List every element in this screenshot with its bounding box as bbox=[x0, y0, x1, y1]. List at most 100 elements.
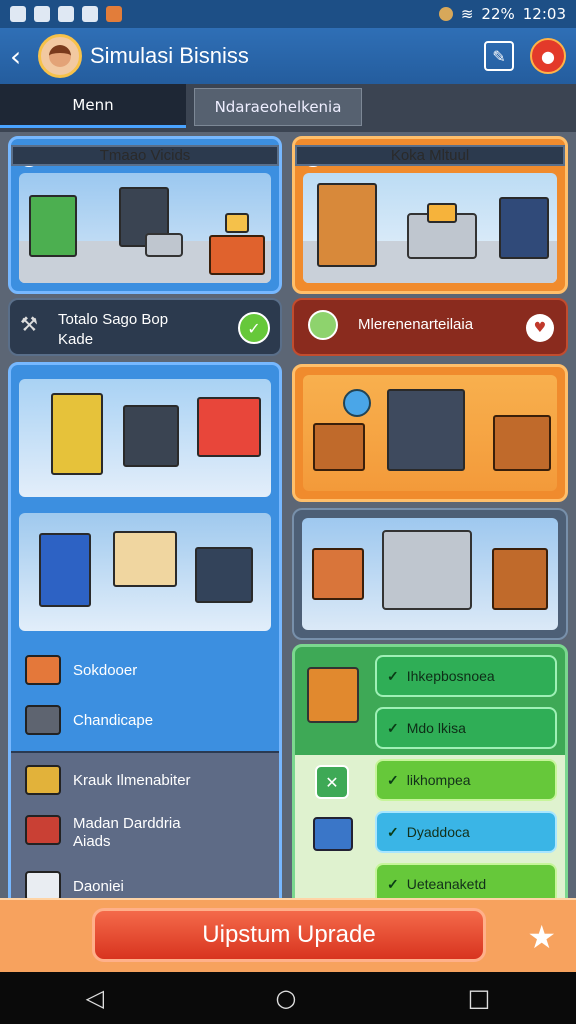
shop-scene bbox=[19, 173, 271, 283]
crate-graphic bbox=[492, 548, 548, 610]
edit-icon: ✎ bbox=[492, 46, 506, 66]
wifi-icon: ≋ bbox=[460, 5, 474, 23]
check-icon: ✓ bbox=[387, 667, 399, 684]
app-header: ‹ Simulasi Bisniss ✎ ● bbox=[0, 28, 576, 84]
tools-icon: ⚒ bbox=[20, 312, 38, 336]
upgrade-option[interactable]: ✓ likhompea bbox=[375, 759, 557, 801]
stall-icon bbox=[307, 667, 359, 723]
list-item[interactable]: Daoniei bbox=[25, 871, 124, 898]
truck-icon bbox=[25, 705, 61, 735]
counter-graphic bbox=[195, 547, 253, 603]
box-graphic bbox=[225, 213, 249, 233]
indicator-icon bbox=[438, 7, 453, 21]
clock-text: 12:03 bbox=[522, 5, 566, 23]
upgrade-option[interactable]: ✓ Dyaddoca bbox=[375, 811, 557, 853]
coin-icon bbox=[308, 310, 338, 340]
store-scene-2 bbox=[19, 513, 271, 631]
back-button[interactable]: ‹ bbox=[10, 40, 34, 73]
fridge-graphic bbox=[123, 405, 179, 467]
list-item[interactable]: Chandicape bbox=[25, 705, 153, 735]
store-scene-1 bbox=[19, 379, 271, 497]
upgrade-option-label: Mdo lkisa bbox=[406, 720, 466, 736]
notification-icon bbox=[10, 6, 26, 22]
alert-icon: ● bbox=[541, 46, 555, 66]
upgrade-option[interactable]: ✓ Ihkepbosnoea bbox=[375, 655, 557, 697]
heart-icon: ♥ bbox=[526, 314, 554, 342]
notification-icon bbox=[58, 6, 74, 22]
list-item-label: Daoniei bbox=[73, 877, 124, 895]
system-nav-bar: ◁ ○ □ bbox=[0, 972, 576, 1024]
shelf-graphic bbox=[51, 393, 103, 475]
page-title: Simulasi Bisniss bbox=[90, 43, 249, 68]
recents-nav-icon[interactable]: □ bbox=[468, 984, 491, 1012]
upgrade-button[interactable]: Uipstum Uprade bbox=[92, 908, 486, 962]
check-icon: ✓ bbox=[387, 823, 399, 840]
market-panel[interactable] bbox=[292, 508, 568, 640]
upgrade-panel: ✓ Ihkepbosnoea ✓ Mdo lkisa ✕ ✓ likhompea ✓ D… bbox=[292, 644, 568, 898]
cart-graphic bbox=[145, 233, 183, 257]
alert-button[interactable]: ● bbox=[530, 38, 566, 74]
register-graphic bbox=[387, 389, 465, 471]
stall-graphic bbox=[113, 531, 177, 587]
main-content: ✓ Tmaao Vicids ✓ Koka Mltuul ⚒ Totalo Sa… bbox=[0, 132, 576, 898]
cart-graphic bbox=[382, 530, 472, 610]
list-lower: Krauk Ilmenabiter Madan Darddria Aiads D… bbox=[11, 751, 279, 898]
card-title: Koka Mltuul bbox=[295, 145, 565, 166]
produce-panel[interactable] bbox=[292, 364, 568, 502]
upgrade-option-label: Ueteanaketd bbox=[406, 876, 487, 892]
crate-graphic bbox=[313, 423, 365, 471]
avatar[interactable] bbox=[38, 34, 82, 78]
battery-text: 22% bbox=[481, 5, 515, 23]
summary-sublabel: Kade bbox=[58, 331, 94, 348]
van-icon bbox=[25, 871, 61, 898]
list-item[interactable]: Madan Darddria Aiads bbox=[25, 815, 181, 851]
atm-graphic bbox=[499, 197, 549, 259]
register-icon bbox=[313, 817, 353, 851]
edit-button[interactable]: ✎ bbox=[484, 41, 514, 71]
upgrade-option-label: Ihkepbosnoea bbox=[406, 668, 495, 684]
list-item-label: Madan Darddria bbox=[73, 815, 181, 832]
upgrade-option[interactable]: ✓ Ueteanaketd bbox=[375, 863, 557, 898]
star-icon[interactable]: ★ bbox=[527, 918, 556, 956]
business-card-left[interactable]: ✓ Tmaao Vicids bbox=[8, 136, 282, 294]
check-icon: ✓ bbox=[387, 771, 399, 788]
tab-menn[interactable]: Menn bbox=[0, 84, 186, 128]
summary-label: Totalo Sago Bop bbox=[58, 311, 169, 328]
notification-icon bbox=[106, 6, 122, 22]
status-bar: ≋ 22% 12:03 bbox=[0, 0, 576, 28]
shop-scene bbox=[303, 173, 557, 283]
back-nav-icon[interactable]: ◁ bbox=[86, 984, 104, 1012]
bottom-bar: Uipstum Uprade ★ bbox=[0, 898, 576, 972]
summary-bar-right[interactable]: Mlerenenarteilaia ♥ bbox=[292, 298, 568, 356]
crate-icon bbox=[25, 765, 61, 795]
home-nav-icon[interactable]: ○ bbox=[275, 984, 296, 1012]
check-icon: ✓ bbox=[387, 875, 399, 892]
check-icon: ✓ bbox=[387, 719, 399, 736]
notification-icons bbox=[10, 6, 122, 22]
face-icon bbox=[49, 45, 71, 67]
shelf-graphic bbox=[29, 195, 77, 257]
list-item[interactable]: Sokdooer bbox=[25, 655, 137, 685]
balloon-graphic bbox=[343, 389, 371, 417]
notification-icon bbox=[34, 6, 50, 22]
status-right: ≋ 22% 12:03 bbox=[438, 5, 566, 23]
crate-graphic bbox=[493, 415, 551, 471]
business-card-right[interactable]: ✓ Koka Mltuul bbox=[292, 136, 568, 294]
vending-graphic bbox=[39, 533, 91, 607]
summary-bar-left[interactable]: ⚒ Totalo Sago Bop Kade ✓ bbox=[8, 298, 282, 356]
upgrade-option-label: Dyaddoca bbox=[406, 824, 470, 840]
left-store-panel: Sokdooer Chandicape Krauk Ilmenabiter Ma… bbox=[8, 362, 282, 898]
crate-graphic bbox=[312, 548, 364, 600]
shelf-graphic bbox=[317, 183, 377, 267]
tab-ndaraeohelkenia[interactable]: Ndaraeohelkenia bbox=[194, 88, 362, 126]
upgrade-option[interactable]: ✓ Mdo lkisa bbox=[375, 707, 557, 749]
list-item-label: Krauk Ilmenabiter bbox=[73, 771, 191, 789]
shop-icon bbox=[25, 655, 61, 685]
list-item-label: Chandicape bbox=[73, 711, 154, 729]
summary-label: Mlerenenarteilaia bbox=[358, 316, 474, 333]
tool-icon: ✕ bbox=[315, 765, 349, 799]
tab-bar: Menn Ndaraeohelkenia bbox=[0, 84, 576, 132]
upgrade-option-label: likhompea bbox=[406, 772, 471, 788]
list-item-label: Aiads bbox=[73, 833, 111, 850]
list-item[interactable]: Krauk Ilmenabiter bbox=[25, 765, 191, 795]
